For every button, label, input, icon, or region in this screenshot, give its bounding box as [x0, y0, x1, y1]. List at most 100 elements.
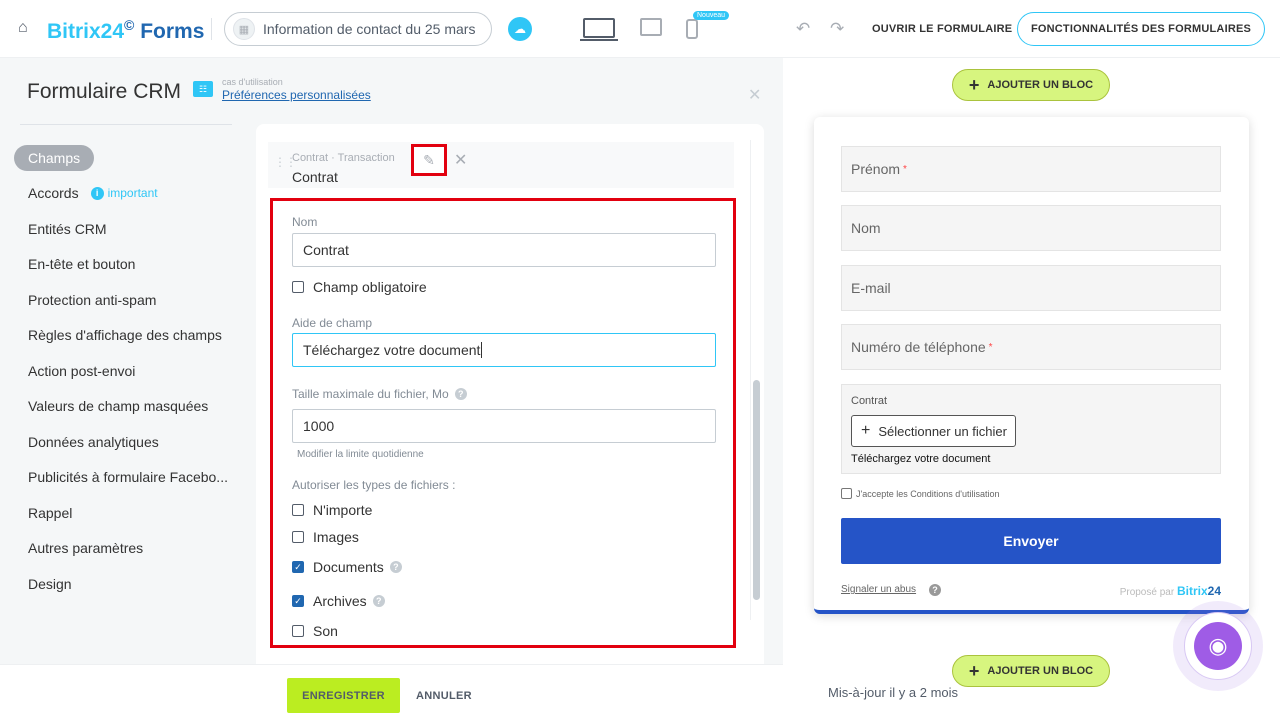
terms-checkbox[interactable]	[841, 488, 852, 499]
image-icon: ▦	[233, 18, 255, 40]
help-label: Aide de champ	[292, 316, 373, 330]
sidebar-item-facebook-ads[interactable]: Publicités à formulaire Facebo...	[14, 460, 244, 496]
sidebar-item-label: Valeurs de champ masquées	[28, 398, 209, 415]
edit-pencil-icon[interactable]: ✎	[411, 144, 447, 176]
help-icon[interactable]: ?	[929, 584, 941, 596]
powered-by[interactable]: Proposé par Bitrix24	[1120, 584, 1221, 598]
redo-icon[interactable]: ↷	[830, 19, 844, 39]
required-checkbox[interactable]	[292, 281, 304, 293]
sidebar-item-callback[interactable]: Rappel	[14, 495, 244, 531]
max-size-label: Taille maximale du fichier, Mo	[292, 387, 449, 401]
file-types-label: Autoriser les types de fichiers :	[292, 478, 456, 492]
chat-icon: ◉	[1194, 622, 1242, 670]
preview-field-firstname[interactable]: Prénom *	[841, 146, 1221, 192]
cloud-icon[interactable]: ☁	[508, 17, 532, 41]
checkbox[interactable]	[292, 504, 304, 516]
undo-icon[interactable]: ↶	[796, 19, 810, 39]
support-widget[interactable]: ◉	[1173, 601, 1263, 691]
sidebar-item-design[interactable]: Design	[14, 566, 244, 602]
field-header[interactable]: ⋮⋮ Contrat · Transaction Contrat	[268, 142, 734, 188]
checkbox[interactable]	[292, 531, 304, 543]
name-label: Nom	[292, 215, 318, 229]
remove-field-icon[interactable]: ✕	[454, 150, 467, 170]
max-size-input[interactable]: 1000	[292, 409, 716, 443]
important-note[interactable]: i important	[90, 186, 158, 200]
form-name: Information de contact du 25 mars	[263, 21, 476, 37]
open-form-link[interactable]: OUVRIR LE FORMULAIRE	[872, 23, 1012, 35]
preview-field-lastname[interactable]: Nom	[841, 205, 1221, 251]
help-icon[interactable]: ?	[372, 595, 385, 607]
required-checkbox-row[interactable]: Champ obligatoire	[292, 279, 427, 295]
sidebar-item-label: Publicités à formulaire Facebo...	[28, 469, 228, 486]
file-type-label: N'importe	[313, 502, 373, 518]
form-name-pill[interactable]: ▦ Information de contact du 25 mars	[224, 12, 492, 46]
preview-field-phone[interactable]: Numéro de téléphone *	[841, 324, 1221, 370]
file-type-label: Images	[313, 529, 359, 545]
sidebar-item-header-button[interactable]: En-tête et bouton	[14, 247, 244, 283]
sidebar-item-label: Autres paramètres	[28, 540, 144, 557]
daily-limit-link[interactable]: Modifier la limite quotidienne	[297, 449, 424, 460]
terms-checkbox-row[interactable]: J'accepte les Conditions d'utilisation	[841, 488, 1000, 499]
info-icon: i	[90, 186, 104, 200]
plus-icon: +	[861, 422, 871, 439]
sidebar-item-label: Action post-envoi	[28, 362, 136, 379]
home-icon[interactable]: ⌂	[18, 20, 34, 36]
sidebar-item-other-settings[interactable]: Autres paramètres	[14, 531, 244, 567]
checkbox-checked[interactable]: ✓	[292, 595, 304, 607]
add-block-button-top[interactable]: + AJOUTER UN BLOC	[952, 69, 1110, 101]
use-case-link[interactable]: Préférences personnalisées	[222, 88, 371, 102]
preview-field-label: Prénom	[851, 161, 901, 177]
report-abuse-link[interactable]: Signaler un abus	[841, 584, 916, 595]
sidebar-item-analytics[interactable]: Données analytiques	[14, 424, 244, 460]
file-type-documents[interactable]: ✓ Documents?	[292, 559, 402, 575]
sidebar-item-label: Champs	[14, 144, 95, 171]
save-button[interactable]: ENREGISTRER	[287, 678, 400, 713]
checkbox-checked[interactable]: ✓	[292, 561, 304, 573]
sidebar-item-post-action[interactable]: Action post-envoi	[14, 353, 244, 389]
brand-name: Bitrix24	[47, 20, 125, 43]
field-settings-box: Nom Contrat Champ obligatoire Aide de ch…	[270, 198, 736, 648]
sidebar-item-label: Accords	[28, 185, 79, 202]
file-type-archives[interactable]: ✓ Archives?	[292, 593, 385, 609]
file-type-sound[interactable]: Son	[292, 623, 338, 639]
top-bar: ⌂ Bitrix24© Forms ▦ Information de conta…	[0, 0, 1280, 58]
checkbox[interactable]	[292, 625, 304, 637]
sidebar-item-display-rules[interactable]: Règles d'affichage des champs	[14, 318, 244, 354]
select-file-button[interactable]: + Sélectionner un fichier	[851, 415, 1016, 447]
field-type: Contrat · Transaction	[292, 152, 395, 164]
close-icon[interactable]: ✕	[748, 85, 761, 105]
powered-by-number: 24	[1207, 584, 1221, 598]
sidebar-item-label: Données analytiques	[28, 433, 159, 450]
preview-field-email[interactable]: E-mail	[841, 265, 1221, 311]
sidebar-item-crm-entities[interactable]: Entités CRM	[14, 211, 244, 247]
text-cursor	[481, 342, 483, 358]
sidebar-item-anti-spam[interactable]: Protection anti-spam	[14, 282, 244, 318]
send-button[interactable]: Envoyer	[841, 518, 1221, 564]
help-icon[interactable]: ?	[454, 388, 467, 400]
mobile-view-icon[interactable]	[686, 19, 698, 39]
powered-by-label: Proposé par	[1119, 587, 1175, 598]
features-button[interactable]: FONCTIONNALITÉS DES FORMULAIRES	[1017, 12, 1265, 46]
file-type-images[interactable]: Images	[292, 529, 359, 545]
file-type-label: Archives	[313, 593, 367, 609]
sidebar-item-accords[interactable]: Accords i important	[14, 176, 244, 212]
sidebar-item-label: Entités CRM	[28, 220, 107, 237]
cancel-button[interactable]: ANNULER	[416, 690, 472, 702]
preview-field-label: E-mail	[851, 280, 891, 296]
add-block-button-bottom[interactable]: + AJOUTER UN BLOC	[952, 655, 1110, 687]
preview-field-label: Nom	[851, 220, 881, 236]
brand-divider	[211, 18, 212, 40]
file-type-any[interactable]: N'importe	[292, 502, 372, 518]
powered-by-brand: Bitrix	[1176, 584, 1208, 598]
tablet-view-icon[interactable]	[640, 18, 662, 36]
sidebar-nav: Champs Accords i important Entités CRM En-…	[14, 140, 244, 602]
sidebar-item-champs[interactable]: Champs	[14, 140, 244, 176]
help-icon[interactable]: ?	[389, 561, 402, 573]
file-type-label: Son	[313, 623, 338, 639]
scrollbar-thumb[interactable]	[753, 380, 760, 600]
desktop-view-icon[interactable]	[580, 18, 618, 41]
terms-label: J'accepte les Conditions d'utilisation	[856, 488, 1000, 499]
name-input[interactable]: Contrat	[292, 233, 716, 267]
help-text-input[interactable]: Téléchargez votre document	[292, 333, 716, 367]
sidebar-item-hidden-values[interactable]: Valeurs de champ masquées	[14, 389, 244, 425]
